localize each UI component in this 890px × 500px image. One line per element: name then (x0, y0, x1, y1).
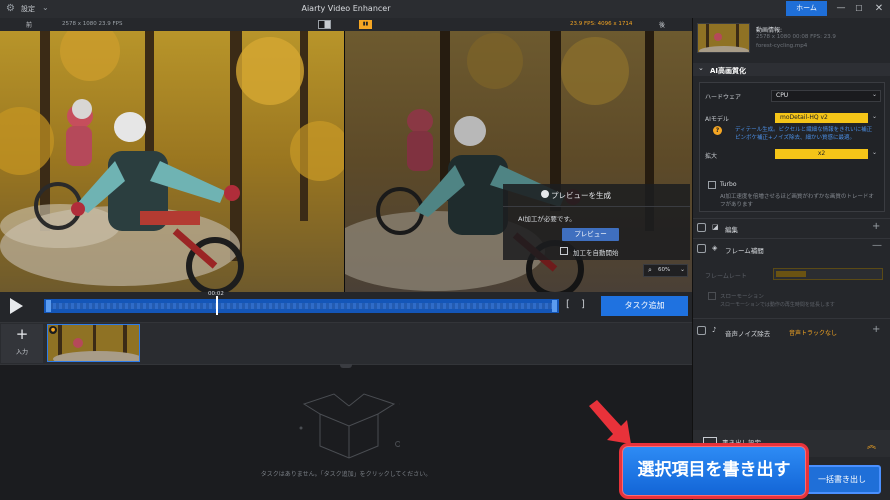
edit-label: 編集 (725, 226, 738, 234)
noise-checkbox[interactable] (697, 326, 706, 335)
frame-interp-icon: ◈ (712, 244, 718, 252)
add-input-label: 入力 (15, 349, 28, 356)
chevron-down-icon: ⌄ (680, 266, 686, 273)
add-task-button[interactable]: タスク追加 (601, 296, 688, 316)
trim-end-handle[interactable] (552, 300, 557, 312)
zoom-dropdown[interactable]: ⌕ 60% ⌄ (643, 264, 688, 277)
slow-motion-checkbox[interactable] (708, 292, 716, 300)
expand-plus-icon[interactable]: + (872, 324, 880, 335)
empty-task-message: タスクはありません。「タスク追加」をクリックしてください。 (260, 471, 432, 478)
hardware-select[interactable]: CPU (771, 90, 881, 102)
preview-header: 前 2578 x 1080 23.9 FPS ▮▮ 23.9 FPS: 4096… (0, 18, 692, 31)
timeline-frames (47, 303, 556, 309)
ai-model-value: moDetail-HQ v2 (780, 114, 828, 121)
frame-rate-value-bar (776, 271, 806, 277)
divider (693, 218, 890, 219)
frame-interp-label: フレーム補間 (725, 247, 764, 255)
plus-icon: + (15, 325, 29, 343)
mark-out-button[interactable]: ] (581, 299, 585, 310)
trim-start-handle[interactable] (46, 300, 51, 312)
maximize-icon[interactable]: ☐ (852, 1, 866, 16)
after-label: 後 (659, 22, 666, 29)
output-resolution: 23.9 FPS: 4096 x 1714 (570, 21, 633, 27)
auto-start-label: 加工を自動開始 (573, 249, 619, 257)
app-title: Aiarty Video Enhancer (301, 4, 391, 13)
video-thumbnail[interactable]: ● (47, 324, 140, 362)
slow-motion-label: スローモーション (720, 294, 764, 300)
generate-preview-title: プレビューを生成 (551, 191, 611, 200)
playhead[interactable] (216, 296, 218, 315)
hardware-value: CPU (776, 92, 789, 99)
video-info-label: 動画情報: (756, 27, 783, 34)
mark-in-button[interactable]: [ (566, 299, 570, 310)
resize-handle[interactable] (340, 364, 352, 368)
minimize-icon[interactable]: — (834, 1, 848, 16)
ai-model-label: AIモデル (705, 116, 729, 123)
turbo-label: Turbo (720, 181, 737, 188)
video-frame-image (0, 31, 345, 292)
source-resolution: 2578 x 1080 23.9 FPS (62, 21, 123, 27)
collapse-minus-icon[interactable]: — (872, 240, 882, 251)
before-label: 前 (26, 22, 33, 29)
ai-model-help-line1: ディテール生成。ピクセルと繊細な情報をきれいに補正 (735, 127, 873, 133)
generate-preview-panel: プレビューを生成 AI加工が必要です。 プレビュー 加工を自動開始 (503, 184, 690, 260)
preview-button[interactable]: プレビュー (562, 228, 619, 241)
zoom-level: 60% (658, 267, 671, 273)
frame-rate-label: フレームレート (705, 273, 747, 280)
ai-model-help-line2: ピンボケ補正+ノイズ除去、細かい質感に最適。 (735, 135, 855, 141)
double-chevron-up-icon[interactable]: ︽ (867, 438, 876, 451)
turbo-checkbox[interactable] (708, 181, 716, 189)
processing-required-message: AI加工が必要です。 (518, 215, 576, 223)
ai-model-select[interactable]: moDetail-HQ v2 (775, 113, 868, 123)
divider (693, 318, 890, 319)
help-icon[interactable]: ? (713, 126, 722, 135)
chevron-down-icon: ⌄ (872, 91, 878, 98)
microphone-icon: ♪ (712, 326, 717, 334)
timeline-track[interactable] (44, 299, 559, 313)
turbo-description-line1: AI加工速度を倍増させるほど画質がわずかな画質のトレードオ (720, 194, 874, 200)
home-button[interactable]: ホーム (786, 1, 827, 16)
turbo-description-line2: フがあります (720, 202, 754, 208)
side-by-side-view-icon[interactable]: ▮▮ (359, 20, 372, 29)
slow-motion-description: スローモーションでは動作の再生時間を延長します (720, 302, 835, 308)
hardware-label: ハードウェア (705, 94, 742, 101)
expand-plus-icon[interactable]: + (872, 221, 880, 232)
play-icon[interactable] (10, 298, 23, 314)
ai-badge-icon: ● (49, 326, 57, 334)
batch-export-button[interactable]: 一括書き出し (803, 465, 881, 494)
empty-box-icon (299, 393, 400, 459)
video-info-thumbnail (697, 23, 750, 53)
scale-value: x2 (817, 150, 826, 157)
scale-select[interactable]: x2 (775, 149, 868, 159)
divider (693, 238, 890, 239)
aperture-icon (541, 190, 549, 198)
edit-checkbox[interactable] (697, 223, 706, 232)
magnifier-icon: ⌕ (648, 266, 652, 274)
chevron-down-icon: ⌄ (872, 149, 878, 156)
add-input-button[interactable]: + 入力 (1, 324, 43, 363)
noise-track-value: 音声トラックなし (789, 330, 838, 337)
scale-label: 拡大 (705, 153, 718, 160)
export-selected-button[interactable]: 選択項目を書き出す (619, 443, 809, 499)
auto-start-checkbox[interactable] (560, 247, 568, 255)
preview-frame-original[interactable] (0, 31, 345, 292)
frame-interp-checkbox[interactable] (697, 244, 706, 253)
video-info-image (698, 24, 749, 52)
thumbnail-image (48, 325, 139, 361)
split-view-icon[interactable] (318, 20, 331, 29)
video-info-filename: forest-cycling.mp4 (756, 43, 808, 49)
noise-label: 音声ノイズ除去 (725, 330, 771, 338)
split-divider[interactable] (344, 31, 345, 292)
chevron-down-icon: ⌄ (872, 113, 878, 120)
ai-enhance-title: AI高画質化 (710, 67, 747, 75)
annotation-arrow-icon (589, 400, 631, 444)
edit-icon: ◪ (712, 223, 719, 231)
close-icon[interactable]: ✕ (872, 1, 886, 16)
video-info-specs: 2578 x 1080 00:08 FPS: 23.9 (756, 34, 836, 40)
divider (503, 206, 690, 207)
chevron-down-icon: ⌄ (698, 64, 704, 72)
